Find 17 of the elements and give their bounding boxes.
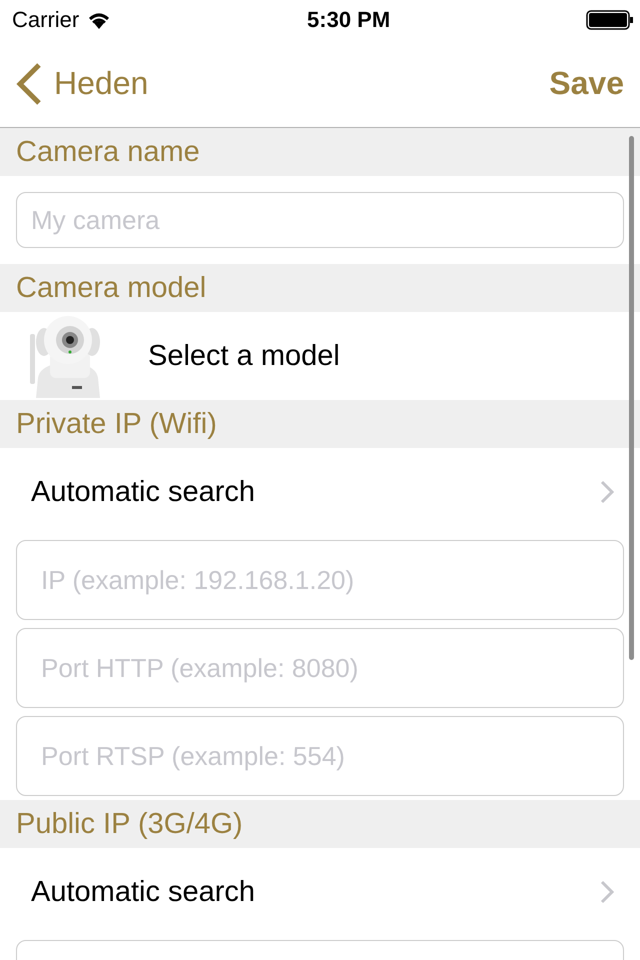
- back-button[interactable]: Heden: [16, 62, 148, 104]
- section-title: Camera model: [16, 272, 206, 304]
- save-button[interactable]: Save: [549, 65, 624, 102]
- chevron-icon: [600, 480, 614, 504]
- chevron-icon: [600, 880, 614, 904]
- input-field[interactable]: My camera: [16, 192, 624, 248]
- wifi-icon: [87, 11, 112, 29]
- battery-icon: [586, 10, 634, 30]
- carrier-label: Carrier: [12, 7, 80, 33]
- input-field[interactable]: IP (example: 192.168.1.20): [16, 540, 624, 620]
- section-title: Private IP (Wifi): [16, 408, 217, 440]
- section-title: Public IP (3G/4G): [16, 808, 243, 840]
- clock: 5:30 PM: [307, 7, 390, 33]
- chevron-left-icon: [16, 62, 42, 104]
- section-title: Camera name: [16, 136, 200, 168]
- input-field[interactable]: Port RTSP (example: 554): [16, 716, 624, 796]
- input-field[interactable]: Port HTTP (example: 8080): [16, 628, 624, 708]
